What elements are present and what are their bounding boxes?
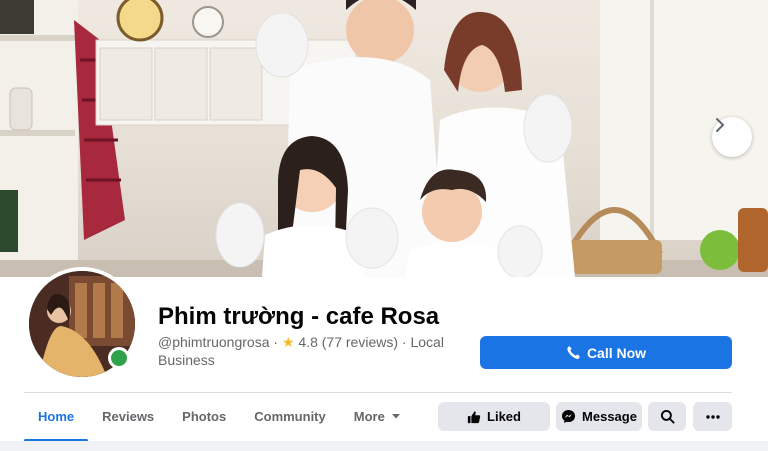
phone-icon [567,346,580,359]
liked-button[interactable]: Liked [438,402,550,431]
page-meta: @phimtruongrosa · ★ 4.8 (77 reviews) · L… [158,333,448,369]
tab-label: More [353,408,385,424]
message-button[interactable]: Message [556,402,642,431]
tab-more[interactable]: More [340,393,415,439]
online-status-dot [108,347,130,369]
star-icon: ★ [281,334,295,350]
page-title: Phim trường - cafe Rosa [158,303,440,330]
page-tabs: Home Reviews Photos Community More [24,393,415,442]
caret-down-icon [391,414,400,419]
call-now-label: Call Now [586,344,647,361]
content-background [0,441,768,451]
search-icon [660,409,675,424]
tab-community[interactable]: Community [240,393,340,439]
review-count[interactable]: (77 reviews) [322,334,398,350]
more-options-button[interactable] [693,402,732,431]
tab-home[interactable]: Home [24,393,89,442]
meta-separator: · [273,334,279,350]
message-label: Message [582,409,637,424]
thumbs-up-icon [467,410,481,423]
cover-photo-image [0,0,768,277]
cover-next-button[interactable] [712,117,752,157]
tab-label: Community [254,408,326,424]
tab-reviews[interactable]: Reviews [88,393,168,439]
chevron-right-icon [716,118,724,132]
tab-label: Home [38,408,75,424]
page-header: Phim trường - cafe Rosa @phimtruongrosa … [0,267,768,451]
rating-value[interactable]: 4.8 [298,334,317,350]
liked-label: Liked [487,409,521,424]
tab-label: Photos [182,408,227,424]
messenger-icon [561,409,576,424]
cover-photo[interactable] [0,0,768,277]
meta-separator: · [401,334,407,350]
page-handle[interactable]: @phimtruongrosa [158,334,270,350]
call-now-button[interactable]: Call Now [480,336,732,369]
tab-photos[interactable]: Photos [168,393,240,439]
search-button[interactable] [648,402,686,431]
tab-label: Reviews [102,408,155,424]
more-options-icon [705,414,720,419]
